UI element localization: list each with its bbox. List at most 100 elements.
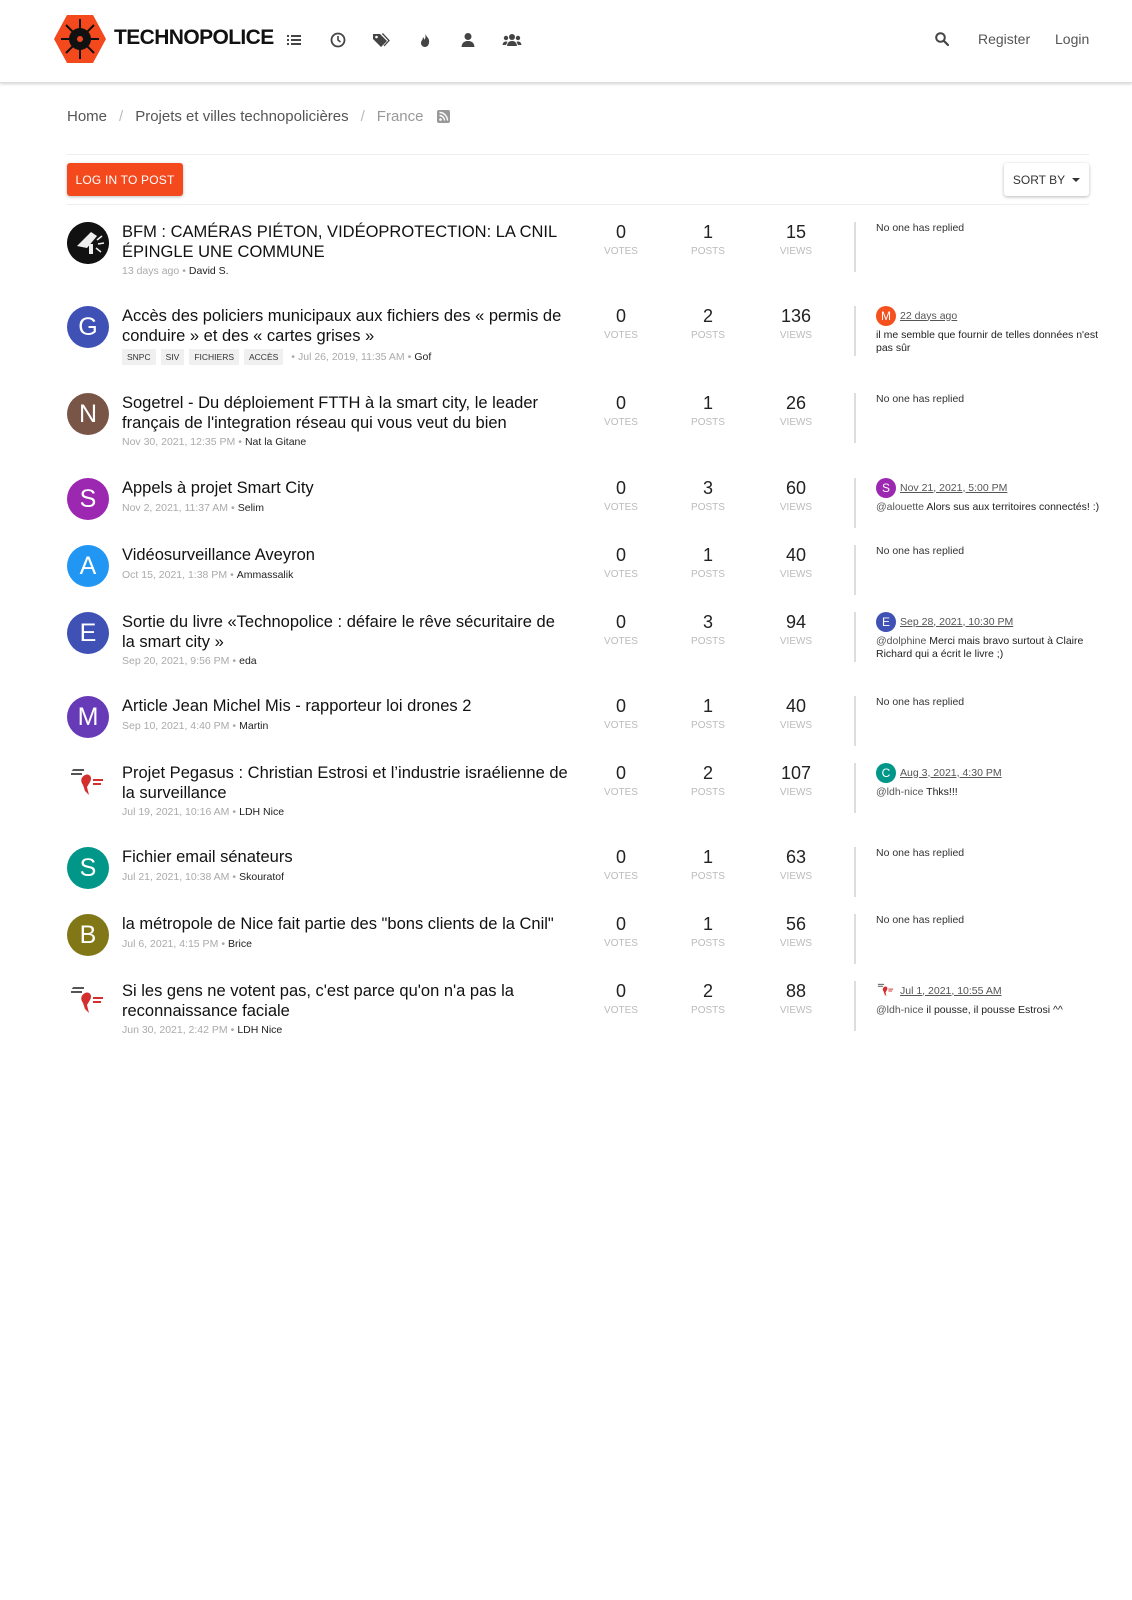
reply-timestamp-link[interactable]: 22 days ago (900, 310, 957, 323)
topic-timestamp[interactable]: Oct 15, 2021, 1:38 PM (122, 569, 227, 581)
reply-timestamp-link[interactable]: Sep 28, 2021, 10:30 PM (900, 616, 1013, 629)
reply-text: Alors sus aux territoires connectés! :) (924, 501, 1100, 513)
topic-title-link[interactable]: BFM : CAMÉRAS PIÉTON, VIDÉOPROTECTION: L… (122, 222, 570, 262)
topic-tag[interactable]: SIV (160, 349, 185, 365)
topic-title-link[interactable]: Si les gens ne votent pas, c'est parce q… (122, 981, 570, 1021)
topic-author-avatar[interactable]: B (67, 914, 109, 956)
topic-title-link[interactable]: Projet Pegasus : Christian Estrosi et l’… (122, 763, 570, 803)
topic-views-stat: 15 VIEWS (766, 222, 826, 257)
topic-title-link[interactable]: Sogetrel - Du déploiement FTTH à la smar… (122, 393, 570, 433)
topic-tag[interactable]: FICHIERS (189, 349, 239, 365)
topic-timestamp[interactable]: Sep 20, 2021, 9:56 PM (122, 655, 229, 667)
topic-votes-stat: 0 VOTES (591, 545, 651, 580)
login-link[interactable]: Login (1055, 31, 1089, 47)
no-reply-text: No one has replied (876, 847, 965, 859)
reply-timestamp-link[interactable]: Nov 21, 2021, 5:00 PM (900, 482, 1007, 495)
topic-meta: Nov 2, 2021, 11:37 AM • Selim (122, 502, 264, 514)
sort-by-button[interactable]: SORT BY (1004, 163, 1089, 196)
topic-votes-stat: 0 VOTES (591, 393, 651, 428)
topic-author-name[interactable]: Brice (228, 938, 252, 950)
breadcrumb-category[interactable]: Projets et villes technopolicières (135, 108, 348, 125)
topic-author-avatar[interactable]: M (67, 696, 109, 738)
topic-title-link[interactable]: Fichier email sénateurs (122, 847, 570, 867)
topic-author-avatar[interactable]: S (67, 847, 109, 889)
user-mention-link[interactable]: @ldh-nice (876, 1004, 923, 1016)
last-reply-teaser: No one has replied (854, 222, 1106, 272)
topic-author-name[interactable]: Skouratof (239, 871, 284, 883)
tags-icon[interactable] (372, 31, 390, 49)
topic-timestamp[interactable]: 13 days ago (122, 265, 179, 277)
list-icon[interactable] (285, 31, 303, 49)
fire-icon[interactable] (416, 31, 434, 49)
topic-timestamp[interactable]: Jul 26, 2019, 11:35 AM (298, 351, 405, 363)
user-mention-link[interactable]: @dolphine (876, 635, 926, 647)
meta-separator: • (232, 720, 237, 732)
topic-title-link[interactable]: Accès des policiers municipaux aux fichi… (122, 306, 570, 346)
topic-author-avatar[interactable]: G (67, 306, 109, 348)
topic-posts-stat: 1 POSTS (678, 393, 738, 428)
votes-count: 0 (615, 763, 626, 783)
meta-separator: • (232, 806, 237, 818)
user-icon[interactable] (459, 31, 477, 49)
reply-author-avatar[interactable]: S (876, 478, 896, 498)
topic-tag[interactable]: ACCÈS (244, 349, 284, 365)
rss-icon[interactable] (437, 109, 451, 123)
topic-author-name[interactable]: LDH Nice (237, 1024, 282, 1036)
topic-author-avatar[interactable] (67, 222, 109, 264)
users-icon[interactable] (502, 31, 522, 49)
reply-author-avatar[interactable] (876, 981, 896, 1001)
reply-author-avatar[interactable]: M (876, 306, 896, 326)
search-icon[interactable] (934, 31, 950, 47)
log-in-to-post-button[interactable]: LOG IN TO POST (67, 163, 183, 196)
posts-count: 1 (702, 696, 713, 716)
topic-votes-stat: 0 VOTES (591, 914, 651, 949)
topic-author-avatar[interactable]: N (67, 393, 109, 435)
reply-timestamp-link[interactable]: Jul 1, 2021, 10:55 AM (900, 985, 1002, 998)
reply-timestamp-link[interactable]: Aug 3, 2021, 4:30 PM (900, 767, 1002, 780)
topic-views-stat: 107 VIEWS (766, 763, 826, 798)
topic-author-name[interactable]: LDH Nice (239, 806, 284, 818)
posts-label: POSTS (691, 938, 725, 949)
teaser-header: E Sep 28, 2021, 10:30 PM (876, 612, 1106, 632)
topic-author-name[interactable]: eda (239, 655, 257, 667)
topic-title-link[interactable]: la métropole de Nice fait partie des "bo… (122, 914, 570, 934)
topic-author-avatar[interactable] (67, 763, 109, 805)
reply-author-avatar[interactable]: E (876, 612, 896, 632)
topic-title-link[interactable]: Article Jean Michel Mis - rapporteur loi… (122, 696, 570, 716)
breadcrumb-separator: / (360, 107, 365, 125)
user-mention-link[interactable]: @alouette (876, 501, 924, 513)
topic-timestamp[interactable]: Jul 6, 2021, 4:15 PM (122, 938, 218, 950)
topic-votes-stat: 0 VOTES (591, 981, 651, 1016)
topic-timestamp[interactable]: Nov 30, 2021, 12:35 PM (122, 436, 235, 448)
reply-text: Thks!!! (923, 786, 958, 798)
topic-title-link[interactable]: Appels à projet Smart City (122, 478, 570, 498)
breadcrumb-home[interactable]: Home (67, 108, 107, 125)
reply-author-avatar[interactable]: C (876, 763, 896, 783)
technopolice-logo[interactable] (53, 14, 107, 64)
topic-timestamp[interactable]: Sep 10, 2021, 4:40 PM (122, 720, 229, 732)
topic-timestamp[interactable]: Jul 19, 2021, 10:16 AM (122, 806, 229, 818)
topic-author-name[interactable]: Martin (239, 720, 268, 732)
clock-icon[interactable] (329, 31, 347, 49)
register-link[interactable]: Register (978, 31, 1030, 47)
user-mention-link[interactable]: @ldh-nice (876, 786, 923, 798)
topic-author-avatar[interactable] (67, 981, 109, 1023)
topic-author-name[interactable]: Nat la Gitane (245, 436, 306, 448)
topic-timestamp[interactable]: Jul 21, 2021, 10:38 AM (122, 871, 229, 883)
last-reply-teaser: No one has replied (854, 847, 1106, 897)
topic-timestamp[interactable]: Jun 30, 2021, 2:42 PM (122, 1024, 228, 1036)
topic-timestamp[interactable]: Nov 2, 2021, 11:37 AM (122, 502, 228, 514)
topic-title-link[interactable]: Vidéosurveillance Aveyron (122, 545, 570, 565)
topic-author-avatar[interactable]: E (67, 612, 109, 654)
views-count: 88 (785, 981, 807, 1001)
posts-label: POSTS (691, 330, 725, 341)
topic-title-link[interactable]: Sortie du livre «Technopolice : défaire … (122, 612, 570, 652)
brand-name[interactable]: TECHNOPOLICE (114, 26, 274, 50)
topic-author-name[interactable]: Ammassalik (237, 569, 294, 581)
topic-author-avatar[interactable]: A (67, 545, 109, 587)
topic-author-name[interactable]: David S. (189, 265, 229, 277)
topic-tag[interactable]: SNPC (122, 349, 156, 365)
topic-author-avatar[interactable]: S (67, 478, 109, 520)
topic-author-name[interactable]: Selim (238, 502, 264, 514)
topic-author-name[interactable]: Gof (414, 351, 431, 363)
